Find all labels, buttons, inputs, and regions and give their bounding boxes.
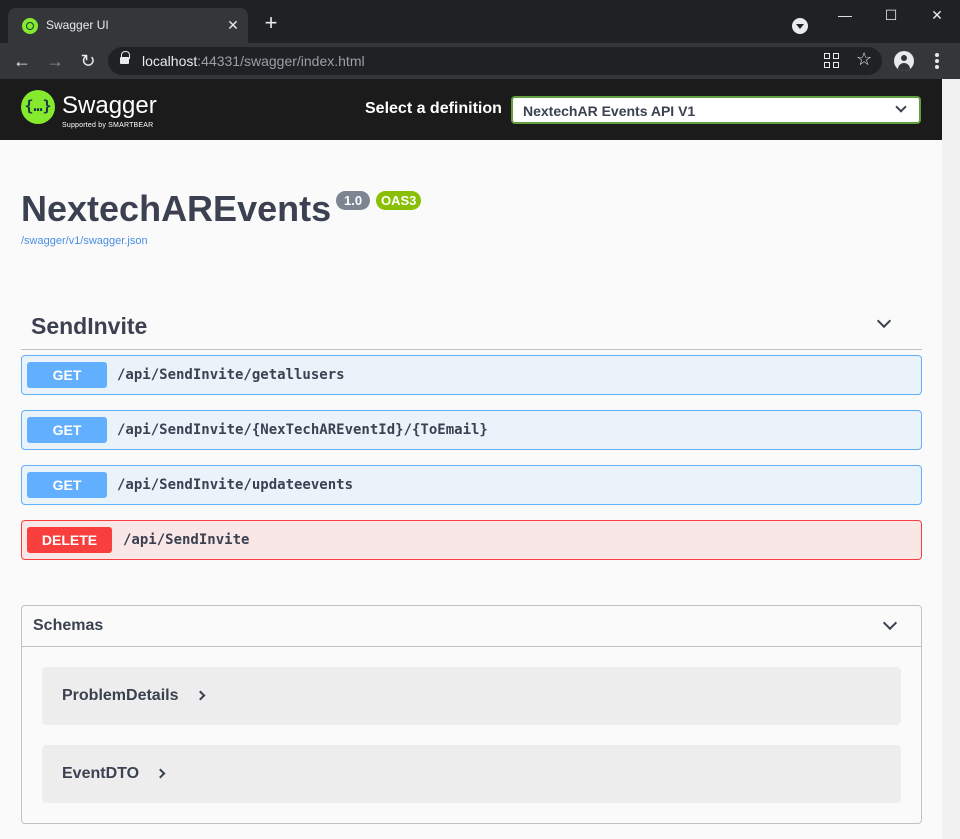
operation-path: /api/SendInvite (123, 532, 250, 548)
maximize-button[interactable]: ☐ (868, 0, 914, 32)
url-path: :44331/swagger/index.html (197, 53, 365, 69)
lock-icon[interactable] (120, 51, 130, 66)
reload-button[interactable]: ↻ (76, 49, 100, 73)
profile-avatar-icon[interactable] (894, 51, 914, 71)
tab-close-icon[interactable]: ✕ (224, 16, 242, 34)
chevron-right-icon (195, 690, 206, 701)
swagger-topbar: {…} Swagger Supported by SMARTBEAR Selec… (0, 79, 942, 140)
tab-search-icon[interactable] (792, 18, 808, 34)
chevron-down-icon[interactable] (876, 313, 892, 329)
schemas-title: Schemas (33, 617, 104, 634)
operation-delete-sendinvite[interactable]: DELETE /api/SendInvite (21, 520, 922, 560)
operation-get-updateevents[interactable]: GET /api/SendInvite/updateevents (21, 465, 922, 505)
method-badge: GET (27, 417, 107, 443)
browser-toolbar: ← → ↻ localhost:44331/swagger/index.html… (0, 43, 960, 79)
schema-name: EventDTO (62, 765, 140, 782)
url-host: localhost (142, 53, 198, 69)
tab-title: Swagger UI (46, 18, 109, 32)
definition-selected-value: NextechAR Events API V1 (523, 103, 696, 119)
schemas-section: Schemas ProblemDetails EventDTO (21, 605, 922, 824)
forward-button[interactable]: → (43, 49, 67, 73)
new-tab-button[interactable]: + (260, 12, 282, 34)
operation-path: /api/SendInvite/getallusers (117, 367, 345, 383)
method-badge: DELETE (27, 527, 112, 553)
qr-code-icon[interactable] (824, 53, 840, 69)
operation-path: /api/SendInvite/updateevents (117, 477, 354, 493)
swagger-logo-glyph: {…} (24, 97, 52, 115)
chevron-down-icon[interactable] (882, 615, 898, 631)
api-title: NextechAREvents (21, 188, 332, 229)
back-button[interactable]: ← (10, 49, 34, 73)
swagger-logo-subtext: Supported by SMARTBEAR (62, 122, 154, 129)
version-badge: 1.0 (336, 191, 371, 210)
swagger-logo-icon[interactable]: {…} (21, 90, 55, 124)
browser-tab-strip: Swagger UI ✕ + — ☐ ✕ (0, 0, 960, 43)
operation-path: /api/SendInvite/{NexTechAREventId}/{ToEm… (117, 422, 488, 438)
url-text[interactable]: localhost:44331/swagger/index.html (142, 53, 365, 69)
browser-tab[interactable]: Swagger UI ✕ (8, 8, 248, 43)
window-close-button[interactable]: ✕ (914, 0, 960, 32)
definition-label: Select a definition (365, 100, 502, 117)
method-badge: GET (27, 472, 107, 498)
spec-url-link[interactable]: /swagger/v1/swagger.json (21, 235, 148, 247)
bookmark-star-icon[interactable]: ☆ (856, 49, 872, 70)
schemas-header[interactable]: Schemas (22, 606, 921, 647)
schema-name: ProblemDetails (62, 687, 179, 704)
page-scrollbar[interactable] (942, 79, 960, 839)
oas-badge: OAS3 (376, 191, 422, 210)
address-bar[interactable]: localhost:44331/swagger/index.html ☆ (108, 47, 882, 75)
minimize-button[interactable]: — (822, 0, 868, 32)
schema-item[interactable]: EventDTO (42, 745, 901, 803)
tag-title: SendInvite (31, 313, 148, 339)
operation-get-getallusers[interactable]: GET /api/SendInvite/getallusers (21, 355, 922, 395)
definition-select[interactable]: NextechAR Events API V1 (511, 96, 921, 124)
swagger-logo-text[interactable]: Swagger (62, 92, 157, 120)
browser-menu-icon[interactable] (928, 49, 946, 73)
schema-item[interactable]: ProblemDetails (42, 667, 901, 725)
swagger-favicon-icon (22, 18, 38, 34)
chevron-right-icon (155, 768, 166, 779)
operation-get-invite[interactable]: GET /api/SendInvite/{NexTechAREventId}/{… (21, 410, 922, 450)
method-badge: GET (27, 362, 107, 388)
chevron-down-icon (895, 101, 907, 113)
tag-header-sendinvite[interactable]: SendInvite (21, 304, 922, 350)
